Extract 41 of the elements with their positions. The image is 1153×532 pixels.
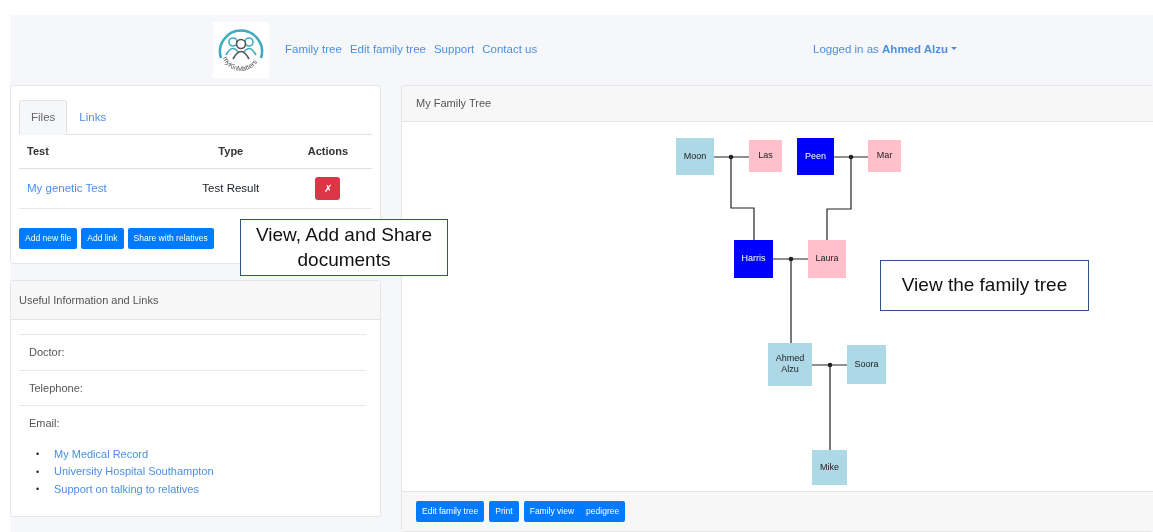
action-button[interactable]: Add link bbox=[81, 227, 124, 249]
tab[interactable]: Files bbox=[19, 100, 68, 136]
action-button[interactable]: Add new file bbox=[19, 227, 78, 249]
column-header: Type bbox=[177, 135, 284, 169]
person-node[interactable]: Mike bbox=[812, 449, 847, 485]
panel-title: Useful Information and Links bbox=[11, 280, 380, 320]
delete-button[interactable]: ✗ bbox=[315, 176, 341, 200]
nav-link[interactable]: Contact us bbox=[482, 41, 538, 59]
user-menu[interactable]: Logged in as Ahmed Alzu bbox=[813, 43, 957, 56]
bullet-icon: • bbox=[36, 482, 54, 497]
field-label: Telephone: bbox=[29, 381, 83, 394]
nav-link[interactable]: Support bbox=[433, 41, 475, 59]
column-header: Test bbox=[19, 135, 178, 169]
bullet-icon: • bbox=[36, 447, 54, 462]
person-node[interactable]: Laura bbox=[808, 239, 846, 278]
action-button[interactable]: Family view pedigree bbox=[523, 501, 626, 522]
file-link[interactable]: My genetic Test bbox=[27, 181, 107, 194]
callout-box: View the family tree bbox=[880, 260, 1089, 311]
person-node[interactable]: Mar bbox=[868, 139, 901, 172]
column-header: Actions bbox=[283, 135, 372, 169]
action-button[interactable]: Print bbox=[489, 501, 519, 522]
tab[interactable]: Links bbox=[67, 100, 119, 136]
action-button[interactable]: Edit family tree bbox=[416, 501, 485, 522]
callout-box: View, Add and Share documents bbox=[240, 219, 448, 277]
resource-link[interactable]: My Medical Record bbox=[54, 445, 149, 464]
resource-link[interactable]: University Hospital Southampton bbox=[54, 463, 214, 481]
field-label: Doctor: bbox=[29, 346, 65, 358]
bullet-icon: • bbox=[36, 464, 54, 480]
field-label: Email: bbox=[29, 417, 60, 429]
nav-link[interactable]: Family tree bbox=[285, 41, 342, 59]
table-cell: Test Result bbox=[177, 168, 284, 208]
panel-title: My Family Tree bbox=[402, 86, 1153, 122]
resource-link[interactable]: Support on talking to relatives bbox=[54, 480, 199, 499]
action-button[interactable]: Share with relatives bbox=[127, 227, 214, 249]
person-node[interactable]: Peen bbox=[797, 137, 834, 175]
person-node[interactable]: Las bbox=[749, 139, 782, 172]
person-node[interactable]: Soora bbox=[847, 344, 886, 384]
person-node[interactable]: Moon bbox=[676, 137, 714, 175]
person-node[interactable]: Harris bbox=[734, 239, 773, 278]
nav-link[interactable]: Edit family tree bbox=[349, 41, 426, 59]
person-node[interactable]: Ahmed Alzu bbox=[768, 342, 812, 386]
